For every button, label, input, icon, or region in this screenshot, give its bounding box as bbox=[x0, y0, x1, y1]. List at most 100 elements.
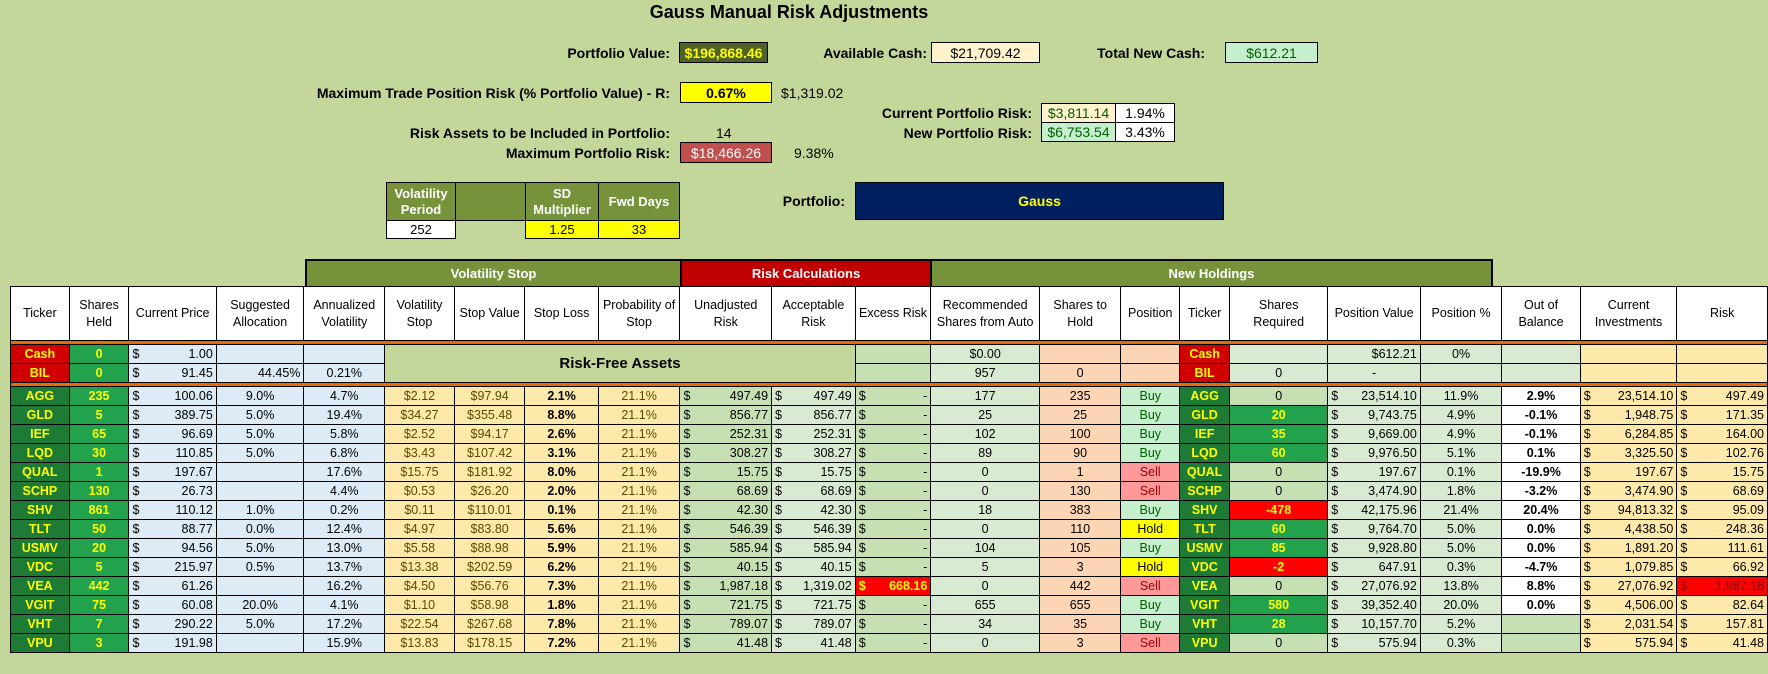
prob-stop-cell[interactable]: 21.1% bbox=[597, 519, 681, 539]
position-cell[interactable]: Buy bbox=[1120, 538, 1181, 558]
price-cell[interactable]: $100.06 bbox=[128, 386, 217, 406]
alloc-cell[interactable]: 5.0% bbox=[215, 614, 305, 634]
ticker2-cell[interactable]: VPU bbox=[1179, 633, 1231, 653]
col-header[interactable]: Shares Required bbox=[1229, 286, 1329, 341]
vol-cell[interactable]: 16.2% bbox=[303, 576, 386, 596]
position-pct-cell[interactable]: 4.9% bbox=[1419, 424, 1503, 444]
ticker-cell[interactable]: Cash bbox=[10, 344, 70, 364]
current-inv-cell[interactable]: $2,031.54 bbox=[1579, 614, 1678, 634]
ticker-cell[interactable]: IEF bbox=[10, 424, 70, 444]
stop-value-cell[interactable]: $26.20 bbox=[453, 481, 526, 501]
oob-cell[interactable]: -0.1% bbox=[1501, 424, 1581, 444]
position-value-cell[interactable]: $39,352.40 bbox=[1327, 595, 1421, 615]
table-row[interactable]: VPU 3 $191.98 15.9% $13.83 $178.15 7.2% 21.1% $4… bbox=[10, 633, 1768, 653]
shares-hold-cell[interactable]: 0 bbox=[1038, 363, 1122, 383]
position-value-cell[interactable]: - bbox=[1327, 363, 1421, 383]
alloc-cell[interactable]: 1.0% bbox=[215, 500, 305, 520]
excess-risk-cell[interactable]: $ - bbox=[854, 557, 932, 577]
acc-risk-cell[interactable]: $308.27 bbox=[771, 443, 856, 463]
table-row[interactable]: VHT 7 $290.22 5.0% 17.2% $22.54 $267.68 7.8% 21.… bbox=[10, 614, 1768, 634]
shares-held-cell[interactable]: 1 bbox=[68, 462, 130, 482]
shares-held-cell[interactable]: 30 bbox=[68, 443, 130, 463]
excess-risk-cell[interactable]: $ - bbox=[854, 500, 932, 520]
vol-cell[interactable]: 4.1% bbox=[303, 595, 386, 615]
vol-stop-cell[interactable]: $4.50 bbox=[384, 576, 455, 596]
prob-stop-cell[interactable]: 21.1% bbox=[597, 405, 681, 425]
shares-hold-cell[interactable]: 1 bbox=[1038, 462, 1122, 482]
alloc-cell[interactable]: 5.0% bbox=[215, 405, 305, 425]
portfolio-value-cell[interactable]: $196,868.46 bbox=[679, 42, 768, 63]
vol-stop-cell[interactable]: $5.58 bbox=[384, 538, 455, 558]
alloc-cell[interactable]: 5.0% bbox=[215, 443, 305, 463]
current-inv-cell[interactable]: $4,506.00 bbox=[1579, 595, 1678, 615]
acc-risk-cell[interactable]: $1,319.02 bbox=[771, 576, 856, 596]
excess-risk-cell[interactable]: $ - bbox=[854, 405, 932, 425]
shares-held-cell[interactable]: 50 bbox=[68, 519, 130, 539]
position-cell[interactable]: Buy bbox=[1120, 500, 1181, 520]
vol-cell[interactable]: 6.8% bbox=[303, 443, 386, 463]
shares-hold-cell[interactable]: 25 bbox=[1038, 405, 1122, 425]
table-row[interactable]: SCHP 130 $26.73 4.4% $0.53 $26.20 2.0% 21.1% $68… bbox=[10, 481, 1768, 501]
shares-held-cell[interactable]: 130 bbox=[68, 481, 130, 501]
shares-req-cell[interactable]: -2 bbox=[1229, 557, 1329, 577]
available-cash-cell[interactable]: $21,709.42 bbox=[931, 42, 1040, 63]
position-pct-cell[interactable]: 5.1% bbox=[1419, 443, 1503, 463]
vol-cell[interactable]: 0.21% bbox=[303, 363, 386, 383]
alloc-cell[interactable] bbox=[215, 462, 305, 482]
ticker2-cell[interactable]: Cash bbox=[1179, 344, 1231, 364]
shares-req-cell[interactable]: 580 bbox=[1229, 595, 1329, 615]
shares-held-cell[interactable]: 65 bbox=[68, 424, 130, 444]
shares-held-cell[interactable]: 5 bbox=[68, 405, 130, 425]
oob-cell[interactable]: -3.2% bbox=[1501, 481, 1581, 501]
shares-req-cell[interactable]: 35 bbox=[1229, 424, 1329, 444]
vol-period-cell[interactable]: 252 bbox=[386, 220, 456, 239]
shares-held-cell[interactable]: 0 bbox=[68, 363, 130, 383]
unadj-risk-cell[interactable]: $546.39 bbox=[679, 519, 773, 539]
vol-cell[interactable]: 5.8% bbox=[303, 424, 386, 444]
stop-value-cell[interactable]: $58.98 bbox=[453, 595, 526, 615]
unadj-risk-cell[interactable]: $15.75 bbox=[679, 462, 773, 482]
shares-req-cell[interactable]: -478 bbox=[1229, 500, 1329, 520]
excess-risk-cell[interactable]: $ - bbox=[854, 538, 932, 558]
table-row[interactable]: GLD 5 $389.75 5.0% 19.4% $34.27 $355.48 8.8% 21.… bbox=[10, 405, 1768, 425]
current-inv-cell[interactable] bbox=[1579, 344, 1678, 364]
table-row[interactable]: VEA 442 $61.26 16.2% $4.50 $56.76 7.3% 21.1% $1,… bbox=[10, 576, 1768, 596]
shares-held-cell[interactable]: 861 bbox=[68, 500, 130, 520]
stop-loss-cell[interactable]: 2.0% bbox=[524, 481, 599, 501]
price-cell[interactable]: $26.73 bbox=[128, 481, 217, 501]
risk-cell[interactable]: $157.81 bbox=[1676, 614, 1768, 634]
unadj-risk-cell[interactable]: $721.75 bbox=[679, 595, 773, 615]
shares-req-cell[interactable]: 60 bbox=[1229, 443, 1329, 463]
shares-hold-cell[interactable]: 383 bbox=[1038, 500, 1122, 520]
oob-cell[interactable]: 8.8% bbox=[1501, 576, 1581, 596]
vol-stop-cell[interactable]: $0.53 bbox=[384, 481, 455, 501]
shares-hold-cell[interactable]: 3 bbox=[1038, 633, 1122, 653]
position-cell[interactable]: Buy bbox=[1120, 405, 1181, 425]
price-cell[interactable]: $197.67 bbox=[128, 462, 217, 482]
vol-stop-cell[interactable]: $2.52 bbox=[384, 424, 455, 444]
rec-shares-cell[interactable]: 0 bbox=[930, 519, 1040, 539]
rec-shares-cell[interactable]: 89 bbox=[930, 443, 1040, 463]
shares-held-cell[interactable]: 235 bbox=[68, 386, 130, 406]
position-value-cell[interactable]: $23,514.10 bbox=[1327, 386, 1421, 406]
prob-stop-cell[interactable]: 21.1% bbox=[597, 614, 681, 634]
alloc-cell[interactable]: 0.5% bbox=[215, 557, 305, 577]
current-risk-value[interactable]: $3,811.14 bbox=[1041, 103, 1116, 123]
excess-risk-cell[interactable]: $668.16 bbox=[854, 576, 932, 596]
shares-hold-cell[interactable]: 3 bbox=[1038, 557, 1122, 577]
shares-hold-cell[interactable]: 442 bbox=[1038, 576, 1122, 596]
position-value-cell[interactable]: $647.91 bbox=[1327, 557, 1421, 577]
stop-loss-cell[interactable]: 0.1% bbox=[524, 500, 599, 520]
shares-held-cell[interactable]: 7 bbox=[68, 614, 130, 634]
ticker-cell[interactable]: VHT bbox=[10, 614, 70, 634]
acc-risk-cell[interactable]: $497.49 bbox=[771, 386, 856, 406]
vol-cell[interactable]: 19.4% bbox=[303, 405, 386, 425]
risk-cell[interactable]: $82.64 bbox=[1676, 595, 1768, 615]
rec-shares-cell[interactable]: 104 bbox=[930, 538, 1040, 558]
position-pct-cell[interactable] bbox=[1419, 363, 1503, 383]
shares-req-cell[interactable]: 0 bbox=[1229, 462, 1329, 482]
shares-req-cell[interactable]: 0 bbox=[1229, 576, 1329, 596]
position-pct-cell[interactable]: 4.9% bbox=[1419, 405, 1503, 425]
prob-stop-cell[interactable]: 21.1% bbox=[597, 443, 681, 463]
position-cell[interactable]: Sell bbox=[1120, 462, 1181, 482]
